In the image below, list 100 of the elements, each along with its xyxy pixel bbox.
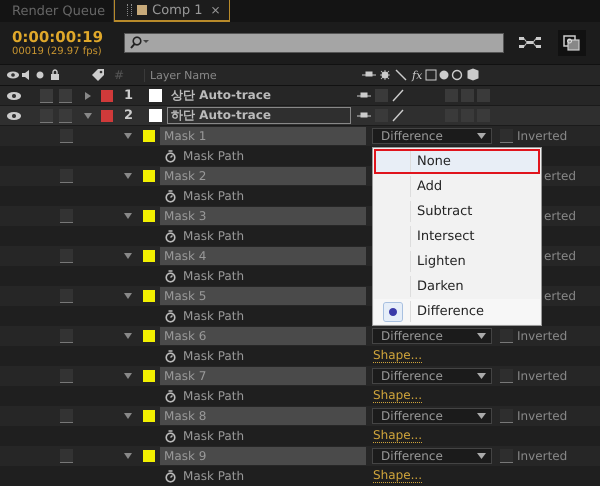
switch-box[interactable]: [60, 249, 73, 263]
switch-box[interactable]: [60, 329, 73, 343]
mask-color-swatch[interactable]: [143, 290, 155, 302]
shape-link[interactable]: Shape...: [373, 429, 422, 443]
mask-color-swatch[interactable]: [143, 450, 155, 462]
inverted-label: Inverted: [517, 329, 568, 343]
stopwatch-icon[interactable]: [164, 310, 177, 322]
mask-name[interactable]: Mask 1: [160, 127, 366, 145]
switch-box[interactable]: [60, 409, 73, 423]
mask-name[interactable]: Mask 3: [160, 207, 366, 225]
inverted-checkbox[interactable]: [500, 129, 513, 143]
mask-name[interactable]: Mask 6: [160, 327, 366, 345]
collapse-icon[interactable]: [123, 371, 133, 381]
mask-color-swatch[interactable]: [143, 210, 155, 222]
stopwatch-icon[interactable]: [164, 150, 177, 162]
collapse-icon[interactable]: [123, 331, 133, 341]
mask-name[interactable]: Mask 8: [160, 407, 366, 425]
close-button[interactable]: ×: [210, 3, 221, 17]
inverted-checkbox[interactable]: [500, 409, 513, 423]
switch-box[interactable]: [59, 88, 72, 102]
inverted-label: erted: [544, 169, 576, 183]
mask-name[interactable]: Mask 5: [160, 287, 366, 305]
mask-name[interactable]: Mask 7: [160, 367, 366, 385]
flowchart-icon[interactable]: [518, 35, 544, 51]
layer-row[interactable]: 2 하단 Auto-trace: [0, 106, 600, 126]
collapse-icon[interactable]: [123, 411, 133, 421]
caret-icon: [477, 133, 486, 139]
mask-color-swatch[interactable]: [143, 250, 155, 262]
mask-color-swatch[interactable]: [143, 170, 155, 182]
mask-name[interactable]: Mask 9: [160, 447, 366, 465]
caret-icon: [477, 373, 486, 379]
stopwatch-icon[interactable]: [164, 230, 177, 242]
panel-tab[interactable]: Comp 1 ×: [114, 0, 230, 22]
stopwatch-icon[interactable]: [164, 270, 177, 282]
layer-name[interactable]: 상단 Auto-trace: [167, 87, 351, 104]
switch-box[interactable]: [59, 108, 72, 122]
property-name: Mask Path: [183, 429, 246, 443]
collapse-icon[interactable]: [123, 291, 133, 301]
shape-link[interactable]: Shape...: [373, 389, 422, 403]
label-swatch[interactable]: [101, 90, 113, 102]
layer-name[interactable]: 하단 Auto-trace: [167, 107, 351, 124]
timecode[interactable]: 0:00:00:19: [12, 28, 124, 46]
switch-box[interactable]: [60, 209, 73, 223]
stopwatch-icon[interactable]: [164, 390, 177, 402]
property-name: Mask Path: [183, 309, 246, 323]
stopwatch-icon[interactable]: [164, 470, 177, 482]
mode-dropdown[interactable]: Difference: [372, 128, 492, 144]
property-name: Mask Path: [183, 389, 246, 403]
switch-box[interactable]: [60, 369, 73, 383]
stopwatch-icon[interactable]: [164, 430, 177, 442]
mode-dropdown[interactable]: Difference: [372, 328, 492, 344]
inverted-checkbox[interactable]: [500, 329, 513, 343]
switch-box[interactable]: [60, 129, 73, 143]
composition-button[interactable]: [558, 30, 586, 56]
inverted-checkbox[interactable]: [500, 449, 513, 463]
mode-dropdown[interactable]: Difference: [372, 368, 492, 384]
mask-color-swatch[interactable]: [143, 410, 155, 422]
search-field[interactable]: [124, 33, 504, 53]
switch-box[interactable]: [60, 289, 73, 303]
eye-icon[interactable]: [6, 110, 22, 120]
expand-icon[interactable]: [83, 90, 93, 100]
shape-link[interactable]: Shape...: [373, 469, 422, 483]
mask-name[interactable]: Mask 4: [160, 247, 366, 265]
menu-item[interactable]: Intersect: [374, 224, 540, 249]
mode-dropdown[interactable]: Difference: [372, 448, 492, 464]
label-swatch[interactable]: [101, 110, 113, 122]
mask-name[interactable]: Mask 2: [160, 167, 366, 185]
caret-icon: [477, 453, 486, 459]
switch-box[interactable]: [60, 169, 73, 183]
mask-color-swatch[interactable]: [143, 370, 155, 382]
stopwatch-icon[interactable]: [164, 190, 177, 202]
menu-item[interactable]: Add: [374, 174, 540, 199]
mode-dropdown[interactable]: Difference: [372, 408, 492, 424]
caret-icon: [477, 333, 486, 339]
switch-box[interactable]: [40, 88, 53, 102]
collapse-icon[interactable]: [123, 131, 133, 141]
collapse-icon[interactable]: [123, 251, 133, 261]
mask-color-swatch[interactable]: [143, 330, 155, 342]
mask-color-swatch[interactable]: [143, 130, 155, 142]
menu-item[interactable]: Lighten: [374, 249, 540, 274]
stopwatch-icon[interactable]: [164, 350, 177, 362]
property-name: Mask Path: [183, 189, 246, 203]
menu-item[interactable]: Difference: [374, 299, 540, 324]
collapse-icon[interactable]: [123, 211, 133, 221]
layer-row[interactable]: 1 상단 Auto-trace: [0, 86, 600, 106]
switch-box[interactable]: [60, 449, 73, 463]
menu-item[interactable]: Darken: [374, 274, 540, 299]
column-header[interactable]: Layer Name: [144, 68, 360, 82]
switch-box[interactable]: [40, 108, 53, 122]
collapse-icon[interactable]: [83, 110, 93, 120]
collapse-icon[interactable]: [123, 171, 133, 181]
menu-item[interactable]: None: [374, 149, 540, 174]
shy-icon: [362, 72, 376, 76]
inverted-checkbox[interactable]: [500, 369, 513, 383]
menu-item[interactable]: Subtract: [374, 199, 540, 224]
shape-link[interactable]: Shape...: [373, 349, 422, 363]
grip-icon: [127, 4, 132, 16]
collapse-icon[interactable]: [123, 451, 133, 461]
layer-number: 2: [123, 108, 134, 123]
eye-icon[interactable]: [6, 90, 22, 100]
